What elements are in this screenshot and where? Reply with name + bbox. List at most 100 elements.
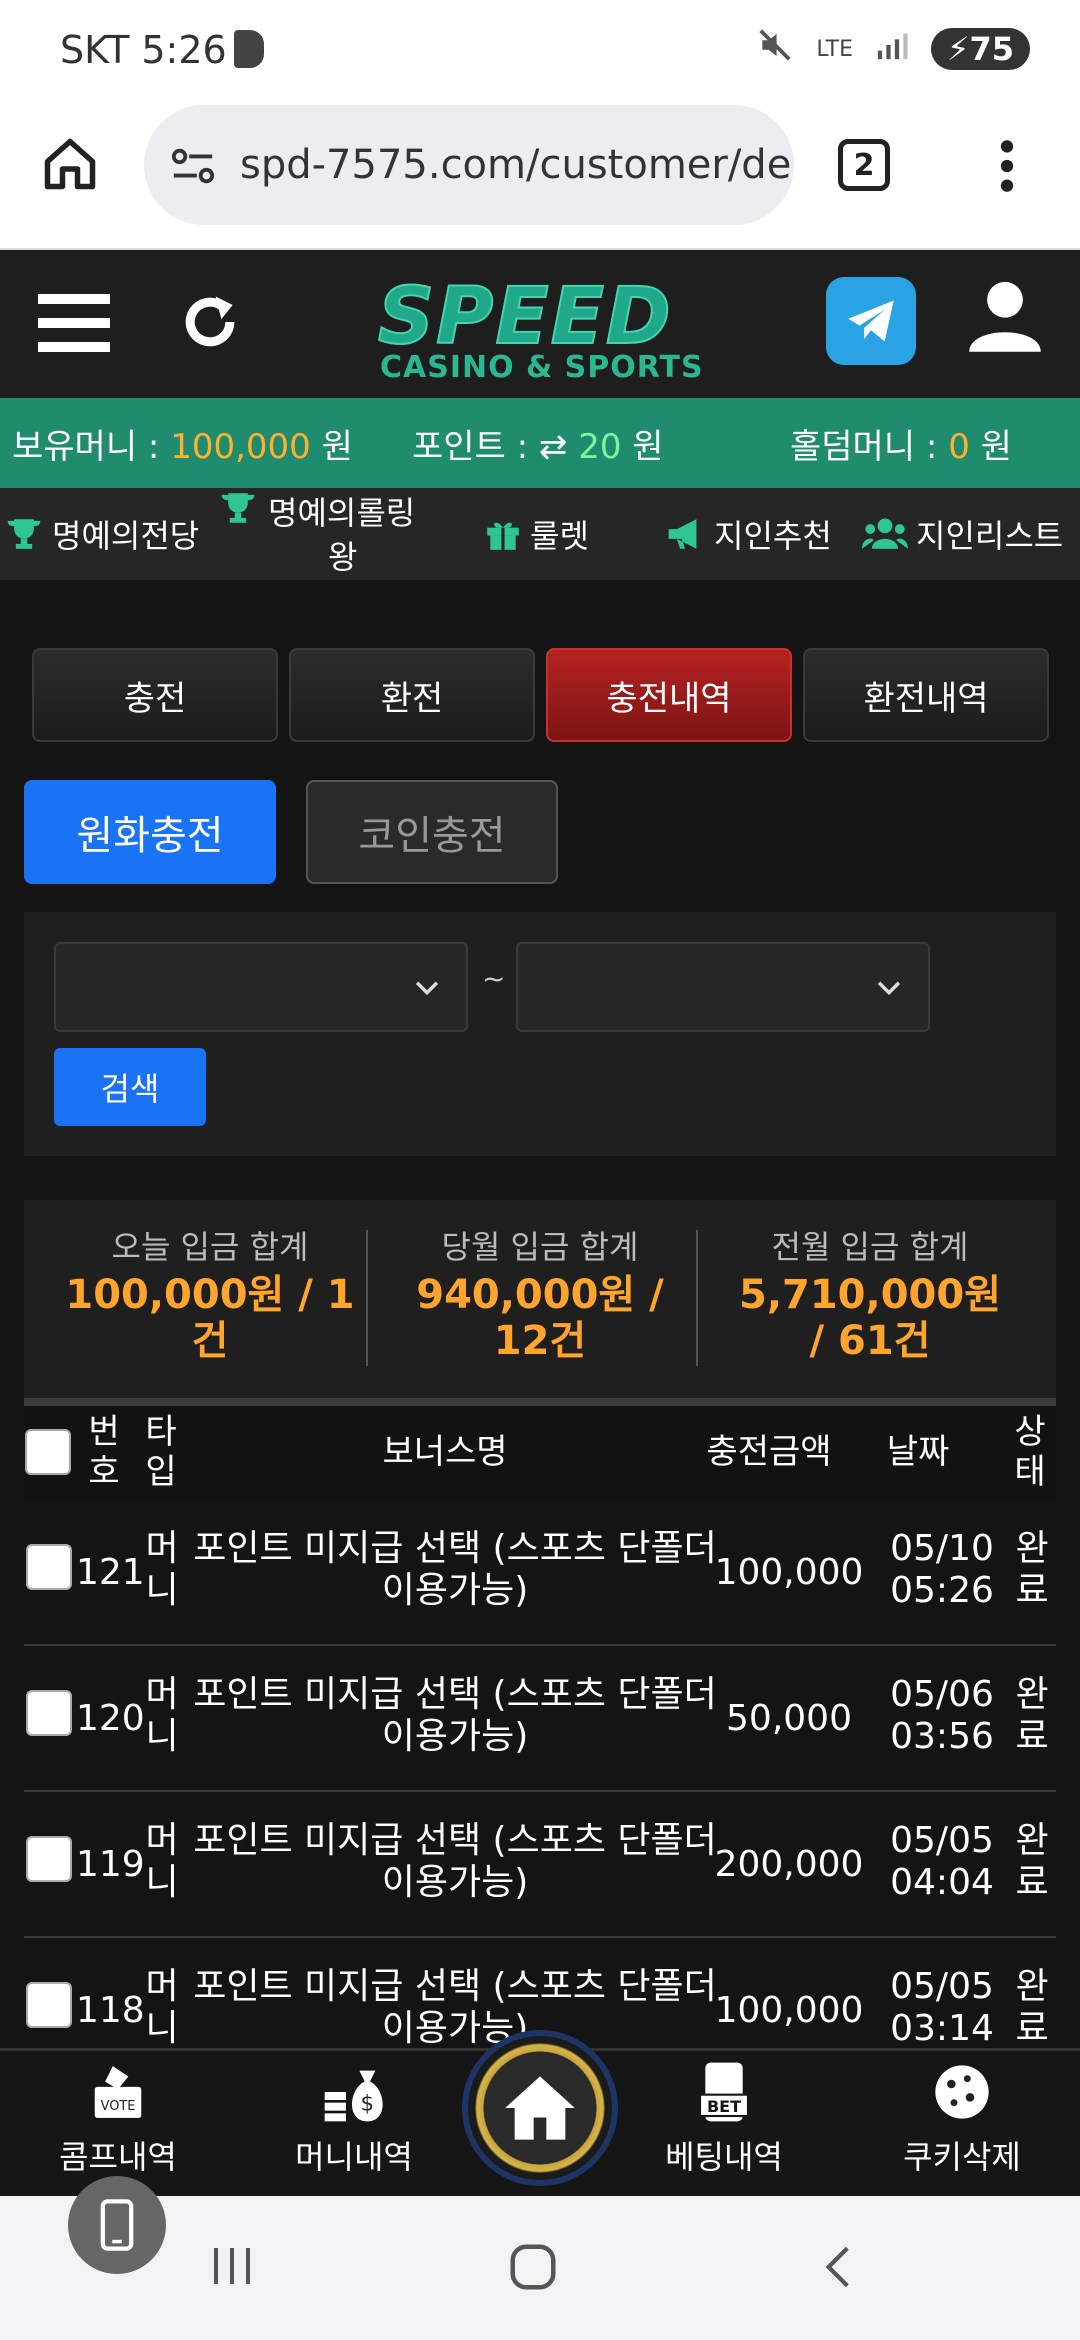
- start-date-select[interactable]: [54, 942, 468, 1032]
- row-bonus-line2: 이용가능): [381, 1862, 529, 1903]
- summary-last-month-label: 전월 입금 합계: [771, 1228, 969, 1266]
- nav-comp-history[interactable]: VOTE 콤프내역: [18, 2060, 218, 2178]
- row-status: 완료: [1008, 1528, 1056, 1612]
- user-profile-icon[interactable]: [966, 276, 1044, 360]
- site-settings-icon[interactable]: [170, 146, 216, 190]
- recent-apps-icon[interactable]: [208, 2242, 256, 2294]
- row-amount: 50,000: [726, 1698, 852, 1739]
- summary-this-month: 당월 입금 합계 940,000원 / 12건: [380, 1222, 700, 1364]
- tab-withdraw[interactable]: 환전: [289, 648, 535, 742]
- browser-menu-icon[interactable]: [998, 138, 1016, 198]
- row-status-line2: 료: [1015, 1570, 1049, 1611]
- menu-referral-list-label: 지인리스트: [916, 517, 1064, 555]
- menu-rolling-king[interactable]: 명예의롤링 왕: [216, 488, 448, 580]
- row-bonus-line1: 포인트 미지급 선택 (스포츠 단폴더: [193, 1820, 717, 1861]
- table-row[interactable]: 120 머니 포인트 미지급 선택 (스포츠 단폴더 이용가능) 50,000 0…: [24, 1646, 1056, 1792]
- select-all-checkbox[interactable]: [25, 1429, 71, 1475]
- row-bonus-line2: 이용가능): [381, 1716, 529, 1757]
- row-date-day: 05/05: [890, 1820, 994, 1861]
- telegram-button[interactable]: [826, 277, 916, 365]
- th-status-line1: 상: [1014, 1412, 1046, 1452]
- row-type: 머니: [140, 1820, 184, 1904]
- table-row[interactable]: 119 머니 포인트 미지급 선택 (스포츠 단폴더 이용가능) 200,000 …: [24, 1792, 1056, 1938]
- trophy-icon: [7, 519, 41, 549]
- menu-referral[interactable]: 지인추천: [664, 488, 832, 580]
- tab-deposit-history[interactable]: 충전내역: [546, 648, 792, 742]
- end-date-select[interactable]: [516, 942, 930, 1032]
- ballot-box-icon: VOTE: [94, 2066, 142, 2118]
- holdem-money-value: 0: [948, 426, 970, 467]
- table-row[interactable]: 121 머니 포인트 미지급 선택 (스포츠 단폴더 이용가능) 100,000 …: [24, 1500, 1056, 1646]
- row-bonus-line2: 이용가능): [381, 1570, 529, 1611]
- select-all-checkbox-cell: [24, 1404, 72, 1500]
- system-home-icon[interactable]: [506, 2240, 560, 2298]
- row-status-line2: 료: [1015, 1716, 1049, 1757]
- tab-deposit[interactable]: 충전: [32, 648, 278, 742]
- menu-hall-of-fame[interactable]: 명예의전당: [4, 488, 199, 580]
- row-type-line2: 니: [145, 1862, 179, 1903]
- row-checkbox[interactable]: [26, 1690, 72, 1736]
- points-label: 포인트 :: [412, 426, 539, 467]
- nav-clear-cookies[interactable]: 쿠키삭제: [862, 2060, 1062, 2178]
- address-bar[interactable]: spd-7575.com/customer/de: [144, 105, 794, 225]
- row-checkbox[interactable]: [26, 1836, 72, 1882]
- battery-indicator: ⚡75: [931, 28, 1030, 70]
- menu-rolling-king-label-line1: 명예의롤링: [268, 494, 416, 532]
- mute-icon: [756, 26, 794, 72]
- hamburger-menu-icon[interactable]: [38, 290, 110, 358]
- row-bonus-line1: 포인트 미지급 선택 (스포츠 단폴더: [193, 1674, 717, 1715]
- row-bonus-line2: 이용가능): [381, 2008, 529, 2049]
- th-type: 타입: [136, 1404, 186, 1500]
- th-number: 번호: [80, 1404, 128, 1500]
- row-number: 118: [76, 1990, 145, 2031]
- row-date-day: 05/05: [890, 1966, 994, 2007]
- row-bonus-name: 포인트 미지급 선택 (스포츠 단폴더 이용가능): [186, 1966, 724, 2050]
- back-icon[interactable]: [814, 2240, 864, 2298]
- floating-phone-button[interactable]: [68, 2176, 166, 2274]
- row-bonus-line1: 포인트 미지급 선택 (스포츠 단폴더: [193, 1528, 717, 1569]
- row-status: 완료: [1008, 1674, 1056, 1758]
- battery-level: 75: [969, 30, 1014, 68]
- th-date: 날짜: [886, 1432, 950, 1472]
- tab-switcher-button[interactable]: 2: [838, 139, 890, 191]
- row-type-line2: 니: [145, 1570, 179, 1611]
- row-status-line1: 완: [1015, 1820, 1049, 1861]
- th-number-line1: 번: [88, 1412, 120, 1452]
- phone-icon: [100, 2199, 134, 2251]
- row-date-time: 05:26: [890, 1570, 994, 1611]
- menu-roulette[interactable]: 룰렛: [484, 488, 589, 580]
- row-amount: 200,000: [714, 1844, 864, 1885]
- site-logo[interactable]: SPEED: [377, 271, 673, 363]
- search-button[interactable]: 검색: [54, 1048, 206, 1126]
- menu-rolling-king-label-line2: 왕: [328, 538, 358, 576]
- nav-comp-history-label: 콤프내역: [59, 2138, 177, 2176]
- site-logo-subtitle: CASINO & SPORTS: [380, 350, 704, 385]
- points: 포인트 : ⇄ 20 원: [412, 419, 664, 468]
- row-checkbox[interactable]: [26, 1544, 72, 1590]
- row-date: 05/10 05:26: [860, 1528, 1024, 1612]
- home-icon[interactable]: [40, 134, 100, 198]
- row-status-line2: 료: [1015, 1862, 1049, 1903]
- holdem-money-label: 홀덤머니 :: [790, 426, 949, 467]
- row-type-line1: 머: [145, 1820, 179, 1861]
- refresh-icon[interactable]: [176, 288, 244, 360]
- row-date-day: 05/06: [890, 1674, 994, 1715]
- summary-this-month-label: 당월 입금 합계: [441, 1228, 639, 1266]
- signal-icon: [875, 28, 909, 70]
- status-time: SKT 5:26: [60, 28, 227, 72]
- nav-money-history[interactable]: $ 머니내역: [254, 2060, 454, 2178]
- feature-menu: 명예의전당 명예의롤링 왕 룰렛 지인추천 지인리스트: [0, 488, 1080, 580]
- holding-money: 보유머니 : 100,000 원: [12, 419, 353, 468]
- row-date-time: 03:14: [890, 2008, 994, 2049]
- nav-home-button[interactable]: [468, 2036, 612, 2180]
- row-checkbox[interactable]: [26, 1982, 72, 2028]
- row-status: 완료: [1008, 1966, 1056, 2050]
- lte-indicator: LTE: [816, 36, 853, 62]
- subtab-krw-deposit[interactable]: 원화충전: [24, 780, 276, 884]
- menu-referral-list[interactable]: 지인리스트: [862, 488, 1063, 580]
- tab-withdraw-history[interactable]: 환전내역: [803, 648, 1049, 742]
- exchange-icon[interactable]: ⇄: [539, 427, 568, 467]
- subtab-coin-deposit[interactable]: 코인충전: [306, 780, 558, 884]
- telegram-icon: [848, 300, 894, 342]
- nav-betting-history[interactable]: BET 베팅내역: [624, 2060, 824, 2178]
